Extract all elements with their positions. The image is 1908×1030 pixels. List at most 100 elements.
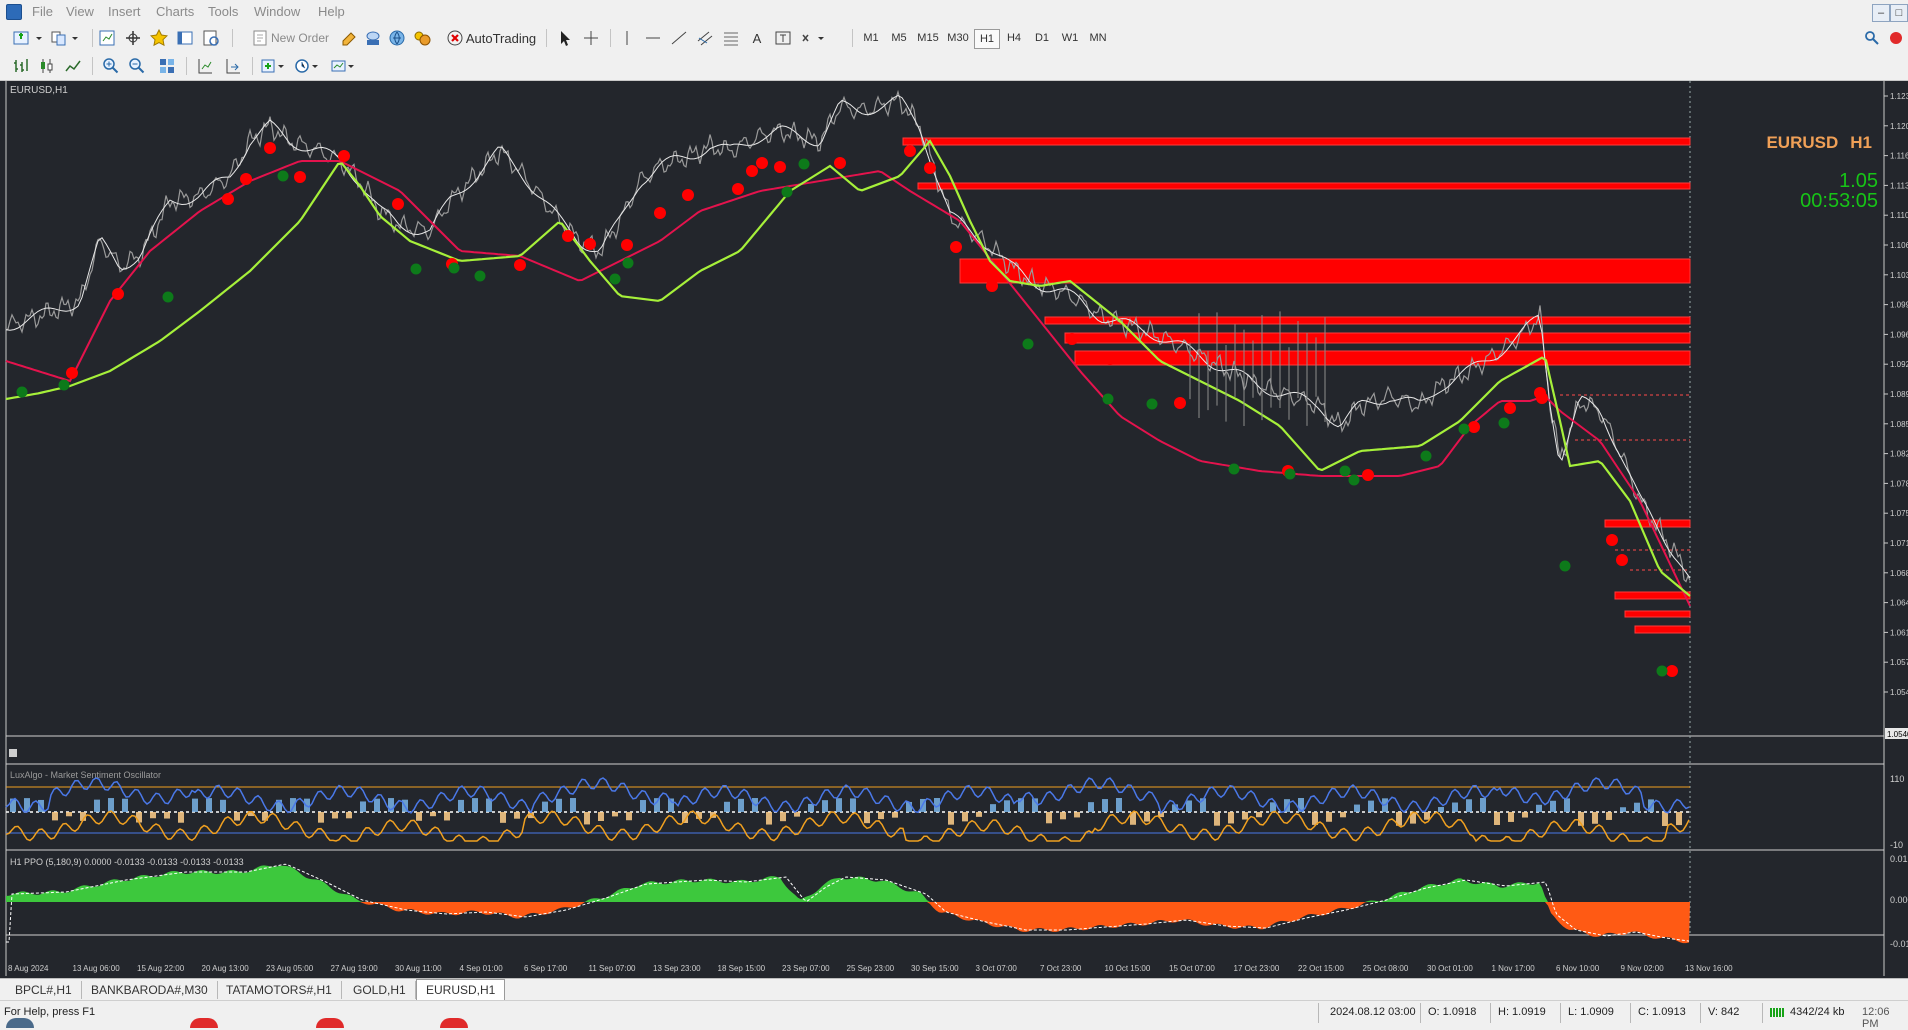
chart-background xyxy=(0,81,1908,980)
time-axis-label: 30 Oct 01:00 xyxy=(1427,964,1473,973)
time-axis-label: 4 Sep 01:00 xyxy=(460,964,504,973)
time-axis-label: 25 Sep 23:00 xyxy=(847,964,895,973)
profiles-icon[interactable] xyxy=(48,28,82,48)
tf-m1[interactable]: M1 xyxy=(858,29,884,47)
chart-window[interactable]: EURUSD,H1 EURUSDH1 1.05 00:53:05 1.1230 1… xyxy=(0,81,1908,980)
tf-h4[interactable]: H4 xyxy=(1002,29,1026,47)
price-scale-label: 1.0855 xyxy=(1890,420,1908,429)
channel-icon[interactable] xyxy=(694,28,716,48)
spread-value: 1.05 xyxy=(1839,170,1878,192)
time-axis-label: 13 Nov 16:00 xyxy=(1685,964,1733,973)
price-scale-label: 1.0960 xyxy=(1890,330,1908,339)
time-axis-label: 6 Sep 17:00 xyxy=(524,964,568,973)
tf-m15[interactable]: M15 xyxy=(914,29,942,47)
market-watch-icon[interactable] xyxy=(96,28,118,48)
autotrading-label: AutoTrading xyxy=(465,30,537,46)
cursor-icon[interactable] xyxy=(554,28,576,48)
tile-windows-icon[interactable] xyxy=(156,56,178,76)
menu-tools[interactable]: Tools xyxy=(208,4,238,19)
strategy-tester-icon[interactable] xyxy=(200,28,222,48)
periods-icon[interactable] xyxy=(292,56,322,76)
trendline-icon[interactable] xyxy=(668,28,690,48)
crosshair-icon[interactable] xyxy=(580,28,602,48)
time-axis-label: 6 Nov 10:00 xyxy=(1556,964,1600,973)
taskbar-start-icon[interactable] xyxy=(6,1018,34,1028)
ind2-scale-high: 0.0121 xyxy=(1890,854,1908,864)
taskbar-app-icon-1[interactable] xyxy=(190,1018,218,1028)
price-scale-label: 1.1165 xyxy=(1890,152,1908,161)
chart-shift-icon[interactable] xyxy=(194,56,216,76)
price-scale-label: 1.1200 xyxy=(1890,122,1908,131)
taskbar-app-icon-3[interactable] xyxy=(440,1018,468,1028)
tab-gold[interactable]: GOLD,H1 xyxy=(344,981,416,999)
status-volume: V: 842 xyxy=(1708,1006,1740,1018)
metaeditor-icon[interactable] xyxy=(338,28,360,48)
autotrading-button[interactable]: AutoTrading xyxy=(442,28,540,48)
new-order-button[interactable]: New Order xyxy=(240,28,340,48)
data-window-icon[interactable] xyxy=(122,28,144,48)
community-icon[interactable] xyxy=(362,28,384,48)
terminal-icon[interactable] xyxy=(174,28,196,48)
fibonacci-icon[interactable] xyxy=(720,28,742,48)
zoom-out-icon[interactable] xyxy=(126,56,148,76)
expert-advisors-icon[interactable] xyxy=(410,28,434,48)
bar-countdown: 00:53:05 xyxy=(1800,190,1878,212)
vertical-line-icon[interactable] xyxy=(616,28,638,48)
time-axis-label: 23 Sep 07:00 xyxy=(782,964,830,973)
indicators-icon[interactable] xyxy=(258,56,288,76)
notification-icon[interactable] xyxy=(1886,28,1906,48)
price-scale-label: 1.0715 xyxy=(1890,539,1908,548)
time-axis-label: 8 Aug 2024 xyxy=(8,964,49,973)
tab-eurusd[interactable]: EURUSD,H1 xyxy=(416,979,506,1001)
search-icon[interactable] xyxy=(1862,28,1882,48)
tf-mn[interactable]: MN xyxy=(1086,29,1110,47)
autoscroll-icon[interactable] xyxy=(222,56,244,76)
time-axis-label: 30 Sep 15:00 xyxy=(911,964,959,973)
text-label-icon[interactable] xyxy=(772,28,794,48)
horizontal-line-icon[interactable] xyxy=(642,28,664,48)
status-clock: 12:06 PM xyxy=(1862,1006,1890,1030)
menu-view[interactable]: View xyxy=(66,4,94,19)
tab-bankbaroda[interactable]: BANKBARODA#,M30 xyxy=(82,981,218,999)
tf-w1[interactable]: W1 xyxy=(1058,29,1082,47)
menu-window[interactable]: Window xyxy=(254,4,300,19)
menu-file[interactable]: File xyxy=(32,4,53,19)
tf-m30[interactable]: M30 xyxy=(944,29,972,47)
chart-canvas[interactable]: EURUSD,H1 EURUSDH1 1.05 00:53:05 1.1230 1… xyxy=(0,81,1908,980)
menu-insert[interactable]: Insert xyxy=(108,4,141,19)
chart-window-title: EURUSD,H1 xyxy=(10,85,68,96)
arrows-icon[interactable] xyxy=(798,28,828,48)
bar-chart-icon[interactable] xyxy=(10,56,32,76)
status-low: L: 1.0909 xyxy=(1568,1006,1614,1018)
minimize-button[interactable]: – xyxy=(1872,4,1890,22)
tf-h1[interactable]: H1 xyxy=(974,29,1000,49)
navigator-icon[interactable] xyxy=(148,28,170,48)
ind1-scale-high: 110 xyxy=(1890,774,1904,784)
candlestick-icon[interactable] xyxy=(36,56,58,76)
status-traffic: 4342/24 kb xyxy=(1790,1006,1845,1018)
tab-bpcl[interactable]: BPCL#,H1 xyxy=(6,981,82,999)
text-tool-icon[interactable]: A xyxy=(746,28,768,48)
status-help: For Help, press F1 xyxy=(4,1006,96,1018)
tab-tatamotors[interactable]: TATAMOTORS#,H1 xyxy=(217,981,342,999)
new-chart-icon[interactable] xyxy=(10,28,44,48)
price-scale-label: 1.0610 xyxy=(1890,628,1908,637)
line-chart-icon[interactable] xyxy=(62,56,84,76)
standard-toolbar: New Order AutoTrading A M1 M5 M15 M30 H1… xyxy=(0,24,1908,53)
zoom-in-icon[interactable] xyxy=(100,56,122,76)
status-open: O: 1.0918 xyxy=(1428,1006,1477,1018)
tf-d1[interactable]: D1 xyxy=(1030,29,1054,47)
tf-m5[interactable]: M5 xyxy=(886,29,912,47)
taskbar-app-icon-2[interactable] xyxy=(316,1018,344,1028)
charts-toolbar xyxy=(0,52,1908,81)
signals-icon[interactable] xyxy=(386,28,408,48)
menu-help[interactable]: Help xyxy=(318,4,345,19)
menu-charts[interactable]: Charts xyxy=(156,4,194,19)
chart-tabs-bar: BPCL#,H1 BANKBARODA#,M30 TATAMOTORS#,H1 … xyxy=(0,978,1908,1001)
pane-handle-icon[interactable] xyxy=(9,749,17,757)
time-axis-label: 15 Oct 07:00 xyxy=(1169,964,1215,973)
status-datetime: 2024.08.12 03:00 xyxy=(1330,1006,1416,1018)
price-scale-label: 1.1135 xyxy=(1890,181,1908,190)
templates-icon[interactable] xyxy=(328,56,358,76)
restore-button[interactable]: □ xyxy=(1890,4,1908,22)
